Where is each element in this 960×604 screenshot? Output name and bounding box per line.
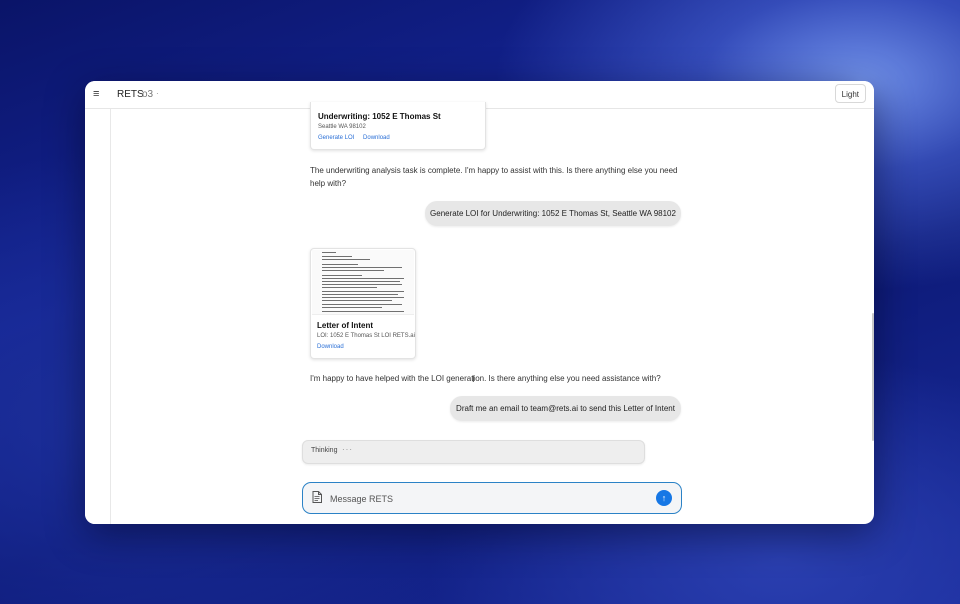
text-cursor-icon: I <box>472 374 475 384</box>
message-composer: ↑ <box>302 482 682 514</box>
loi-card-title: Letter of Intent <box>317 321 373 330</box>
model-caret-icon[interactable]: · <box>156 89 159 98</box>
user-message-1: Generate LOI for Underwriting: 1052 E Th… <box>425 201 681 226</box>
loi-download-link[interactable]: Download <box>317 344 344 350</box>
assistant-message-2: I'm happy to have helped with the LOI ge… <box>310 374 661 383</box>
loi-thumbnail <box>312 250 414 315</box>
message-input[interactable] <box>328 488 652 510</box>
theme-toggle-button[interactable]: Light <box>834 84 866 103</box>
assistant-message-1: The underwriting analysis task is comple… <box>310 166 678 188</box>
document-icon[interactable] <box>312 491 322 503</box>
underwriting-card-title: Underwriting: 1052 E Thomas St <box>318 112 441 121</box>
thinking-label: Thinking <box>311 447 338 454</box>
send-button[interactable]: ↑ <box>656 490 672 506</box>
thinking-dots-icon: ··· <box>342 445 353 454</box>
loi-card: Letter of Intent LOI: 1052 E Thomas St L… <box>310 248 416 359</box>
underwriting-card: Underwriting: 1052 E Thomas St Seattle W… <box>310 102 486 150</box>
underwriting-download-link[interactable]: Download <box>363 135 390 141</box>
app-window: ≡ RETS o3 · Light Underwriting: 1052 E T… <box>85 81 874 524</box>
sidebar-rail <box>85 109 111 524</box>
app-title: RETS <box>117 89 144 100</box>
thinking-indicator: Thinking ··· <box>302 440 645 464</box>
loi-document-preview <box>322 252 404 312</box>
model-selector[interactable]: o3 <box>142 89 153 100</box>
loi-card-filename: LOI: 1052 E Thomas St LOI RETS.ai <box>317 333 415 339</box>
scrollbar[interactable] <box>872 313 874 441</box>
user-message-2: Draft me an email to team@rets.ai to sen… <box>450 396 681 421</box>
underwriting-card-address: Seattle WA 98102 <box>318 124 366 130</box>
menu-icon[interactable]: ≡ <box>93 88 99 100</box>
generate-loi-link[interactable]: Generate LOI <box>318 135 354 141</box>
